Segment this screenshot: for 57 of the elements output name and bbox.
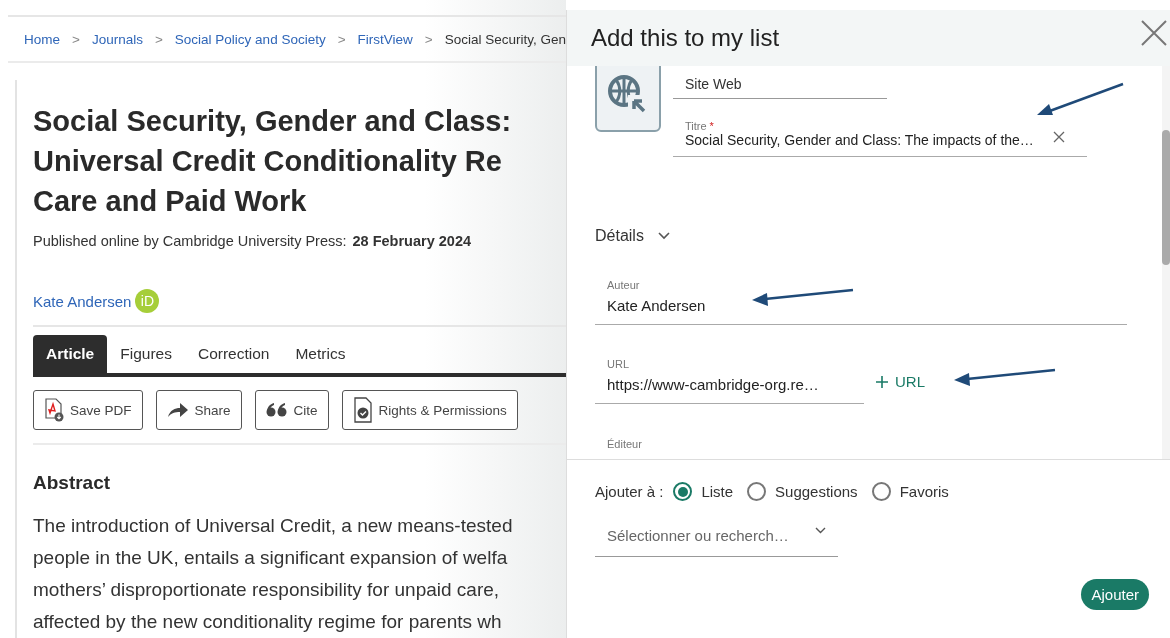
dialog-title: Add this to my list	[591, 24, 780, 52]
title-field[interactable]: Titre * Social Security, Gender and Class: The impacts of the…	[673, 120, 1087, 157]
chevron-down-icon	[815, 527, 826, 534]
action-button[interactable]: Share	[155, 390, 242, 430]
share-arrow-icon	[166, 402, 189, 418]
breadcrumb-link[interactable]: Home	[24, 31, 60, 47]
published-label: Published online by Cambridge University Press:	[33, 233, 347, 249]
add-url-link[interactable]: URL	[876, 373, 925, 404]
details-toggle[interactable]: Détails	[595, 227, 695, 245]
breadcrumb-link[interactable]: Social Policy and Society	[174, 31, 326, 47]
radio-button[interactable]	[871, 482, 891, 501]
radio-button[interactable]	[673, 482, 693, 501]
breadcrumb-current: Social Security, Gen	[444, 31, 566, 47]
author-link[interactable]: Kate Andersen	[33, 292, 132, 310]
article-title-line: Care and Paid Work	[33, 184, 308, 219]
required-mark: *	[709, 120, 714, 132]
type-field[interactable]: Site Web	[673, 66, 887, 99]
plus-icon	[876, 375, 888, 388]
abstract-text-line: mothers’ disproportionate responsibility for unpaid care,	[33, 578, 501, 602]
tab[interactable]: Article	[33, 335, 108, 373]
pdf-file-icon	[44, 398, 64, 422]
article-title-line: Universal Credit Conditionality Re	[33, 144, 503, 179]
add-button[interactable]: Ajouter	[1081, 579, 1149, 610]
scrollbar[interactable]	[1162, 66, 1170, 459]
radio-option[interactable]: Favoris	[871, 482, 949, 501]
radio-button[interactable]	[747, 482, 767, 501]
close-icon[interactable]	[1141, 20, 1167, 46]
breadcrumb-separator: >	[72, 31, 80, 47]
globe-arrow-icon	[608, 75, 648, 115]
chevron-down-icon	[657, 232, 670, 240]
field-label: Éditeur	[607, 438, 642, 450]
action-button[interactable]: Save PDF	[33, 390, 143, 430]
article-title-line: Social Security, Gender and Class:	[33, 104, 513, 139]
breadcrumb-separator: >	[337, 31, 346, 47]
breadcrumb-link[interactable]: Journals	[91, 31, 143, 47]
url-field[interactable]: URL https://www-cambridge-org.re…	[595, 358, 864, 404]
tab[interactable]: Metrics	[282, 335, 359, 373]
radio-option[interactable]: Suggestions	[747, 482, 858, 501]
abstract-text-line: The introduction of Universal Credit, a new means-tested	[33, 514, 514, 538]
breadcrumb-separator: >	[154, 31, 163, 47]
published-date: 28 February 2024	[352, 233, 471, 249]
abstract-heading: Abstract	[33, 472, 112, 494]
abstract-text-line: people in the UK, entails a significant expansion of welfa	[33, 546, 509, 570]
action-button[interactable]: Rights & Permissions	[341, 390, 518, 430]
add-to-label: Ajouter à :	[595, 483, 664, 500]
type-icon-tile[interactable]	[595, 66, 661, 132]
clear-icon[interactable]	[1053, 131, 1065, 143]
breadcrumb-link[interactable]: FirstView	[357, 31, 413, 47]
quote-icon	[265, 402, 288, 418]
document-check-icon	[352, 397, 373, 423]
radio-option[interactable]: Liste	[673, 482, 734, 501]
breadcrumb-separator: >	[424, 31, 433, 47]
abstract-text-line: affected by the new conditionality regime for parents wh	[33, 610, 503, 634]
action-button[interactable]: Cite	[254, 390, 329, 430]
tab[interactable]: Correction	[184, 335, 283, 373]
tab[interactable]: Figures	[107, 335, 185, 373]
list-select[interactable]: Sélectionner ou recherch…	[595, 519, 838, 557]
